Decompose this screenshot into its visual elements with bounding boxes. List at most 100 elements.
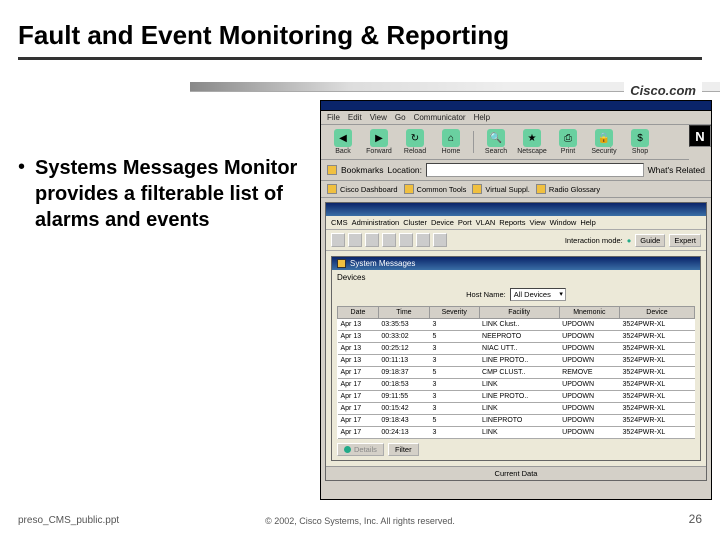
filter-button[interactable]: Filter (388, 443, 419, 456)
cms-menu-item[interactable]: Cluster (403, 218, 427, 227)
table-cell: 5 (429, 415, 479, 427)
toolbar-search-button[interactable]: 🔍Search (480, 129, 512, 155)
table-cell: 3524PWR-XL (620, 319, 695, 331)
toolbar-label: Print (561, 148, 575, 155)
back-icon: ◀ (334, 129, 352, 147)
column-header[interactable]: Date (338, 307, 379, 319)
browser-menu-item[interactable]: Communicator (414, 113, 466, 122)
hostname-row: Host Name: All Devices (332, 285, 700, 306)
cms-menu-item[interactable]: View (530, 218, 546, 227)
table-cell: 3524PWR-XL (620, 343, 695, 355)
table-cell: 3524PWR-XL (620, 379, 695, 391)
table-cell: 00:24:13 (378, 427, 429, 439)
toolbar-security-button[interactable]: 🔒Security (588, 129, 620, 155)
reload-icon: ↻ (406, 129, 424, 147)
expert-button[interactable]: Expert (669, 234, 701, 247)
toolbar-label: Security (591, 148, 616, 155)
cms-menu-item[interactable]: Window (550, 218, 577, 227)
table-row[interactable]: Apr 1709:18:435LINEPROTOUPDOWN3524PWR-XL (338, 415, 695, 427)
table-cell: 3524PWR-XL (620, 367, 695, 379)
table-cell: UPDOWN (559, 343, 619, 355)
print-icon: ⎙ (559, 129, 577, 147)
details-button[interactable]: Details (337, 443, 384, 456)
toolbar-home-button[interactable]: ⌂Home (435, 129, 467, 155)
column-header[interactable]: Time (378, 307, 429, 319)
quicklink-tab[interactable]: Cisco Dashboard (327, 184, 398, 194)
table-row[interactable]: Apr 1303:35:533LINK Clust..UPDOWN3524PWR… (338, 319, 695, 331)
table-cell: 3524PWR-XL (620, 391, 695, 403)
column-header[interactable]: Mnemonic (559, 307, 619, 319)
toolbar-label: Search (485, 148, 507, 155)
search-icon: 🔍 (487, 129, 505, 147)
cms-window: CMS AdministrationCluster Device Port VLANRe… (325, 202, 707, 481)
table-cell: Apr 17 (338, 427, 379, 439)
toolbar-reload-button[interactable]: ↻Reload (399, 129, 431, 155)
toolbar-label: Forward (366, 148, 392, 155)
address-input[interactable] (426, 163, 644, 177)
cms-tool-icon[interactable] (399, 233, 413, 247)
cms-menu-item[interactable]: VLAN (476, 218, 496, 227)
browser-menu-item[interactable]: Go (395, 113, 406, 122)
title-rule (18, 57, 702, 60)
toolbar-label: Back (335, 148, 351, 155)
cms-tool-icon[interactable] (331, 233, 345, 247)
table-cell: 3524PWR-XL (620, 415, 695, 427)
cms-menu-item[interactable]: Reports (499, 218, 525, 227)
cms-menu-item[interactable]: Port (458, 218, 472, 227)
table-row[interactable]: Apr 1300:25:123NIAC UTT..UPDOWN3524PWR-X… (338, 343, 695, 355)
bookmarks-icon[interactable] (327, 165, 337, 175)
table-cell: 03:35:53 (378, 319, 429, 331)
table-cell: LINK (479, 379, 559, 391)
table-cell: 3524PWR-XL (620, 331, 695, 343)
toolbar-back-button[interactable]: ◀Back (327, 129, 359, 155)
quicklink-tab[interactable]: Virtual Suppl. (472, 184, 529, 194)
messages-table: DateTimeSeverityFacilityMnemonicDevice A… (337, 306, 695, 439)
cms-tool-icon[interactable] (416, 233, 430, 247)
table-row[interactable]: Apr 1300:33:025NEEPROTOUPDOWN3524PWR-XL (338, 331, 695, 343)
status-dot-icon (344, 446, 351, 453)
address-row: Bookmarks Location: What's Related (321, 160, 711, 181)
quicklink-tab[interactable]: Radio Glossary (536, 184, 600, 194)
table-row[interactable]: Apr 1709:11:553LINE PROTO..UPDOWN3524PWR… (338, 391, 695, 403)
cms-statusbar: Current Data (326, 466, 706, 480)
table-cell: NEEPROTO (479, 331, 559, 343)
table-row[interactable]: Apr 1709:18:375CMP CLUST..REMOVE3524PWR-… (338, 367, 695, 379)
hostname-select[interactable]: All Devices (510, 288, 566, 301)
column-header[interactable]: Device (620, 307, 695, 319)
table-row[interactable]: Apr 1700:15:423LINKUPDOWN3524PWR-XL (338, 403, 695, 415)
quicklink-tab[interactable]: Common Tools (404, 184, 467, 194)
footer-filename: preso_CMS_public.ppt (18, 515, 119, 526)
whats-related[interactable]: What's Related (648, 165, 705, 175)
toolbar-shop-button[interactable]: $Shop (624, 129, 656, 155)
table-cell: 09:18:43 (378, 415, 429, 427)
browser-menu-item[interactable]: Help (474, 113, 490, 122)
toolbar-label: Reload (404, 148, 426, 155)
toolbar-netscape-button[interactable]: ★Netscape (516, 129, 548, 155)
toolbar-print-button[interactable]: ⎙Print (552, 129, 584, 155)
table-row[interactable]: Apr 1700:18:533LINKUPDOWN3524PWR-XL (338, 379, 695, 391)
cms-menubar[interactable]: CMS AdministrationCluster Device Port VLANRe… (326, 216, 706, 230)
footer-page-number: 26 (689, 512, 702, 526)
cms-menu-item[interactable]: Help (580, 218, 595, 227)
cms-menu-item[interactable]: CMS (331, 218, 348, 227)
browser-menu-item[interactable]: View (370, 113, 387, 122)
table-row[interactable]: Apr 1700:24:133LINKUPDOWN3524PWR-XL (338, 427, 695, 439)
column-header[interactable]: Facility (479, 307, 559, 319)
cms-tool-icon[interactable] (365, 233, 379, 247)
bullet-text: Systems Messages Monitor provides a filt… (35, 155, 308, 233)
button-row: Details Filter (332, 439, 700, 460)
bookmarks-label[interactable]: Bookmarks (341, 165, 384, 175)
table-row[interactable]: Apr 1300:11:133LINE PROTO..UPDOWN3524PWR… (338, 355, 695, 367)
cms-tool-icon[interactable] (348, 233, 362, 247)
guide-button[interactable]: Guide (635, 234, 665, 247)
browser-menubar[interactable]: File Edit View Go Communicator Help (321, 111, 711, 125)
browser-menu-item[interactable]: File (327, 113, 340, 122)
column-header[interactable]: Severity (429, 307, 479, 319)
cms-tool-icon[interactable] (433, 233, 447, 247)
table-cell: REMOVE (559, 367, 619, 379)
cms-tool-icon[interactable] (382, 233, 396, 247)
cms-menu-item[interactable]: Administration (352, 218, 400, 227)
toolbar-forward-button[interactable]: ▶Forward (363, 129, 395, 155)
cms-menu-item[interactable]: Device (431, 218, 454, 227)
browser-menu-item[interactable]: Edit (348, 113, 362, 122)
